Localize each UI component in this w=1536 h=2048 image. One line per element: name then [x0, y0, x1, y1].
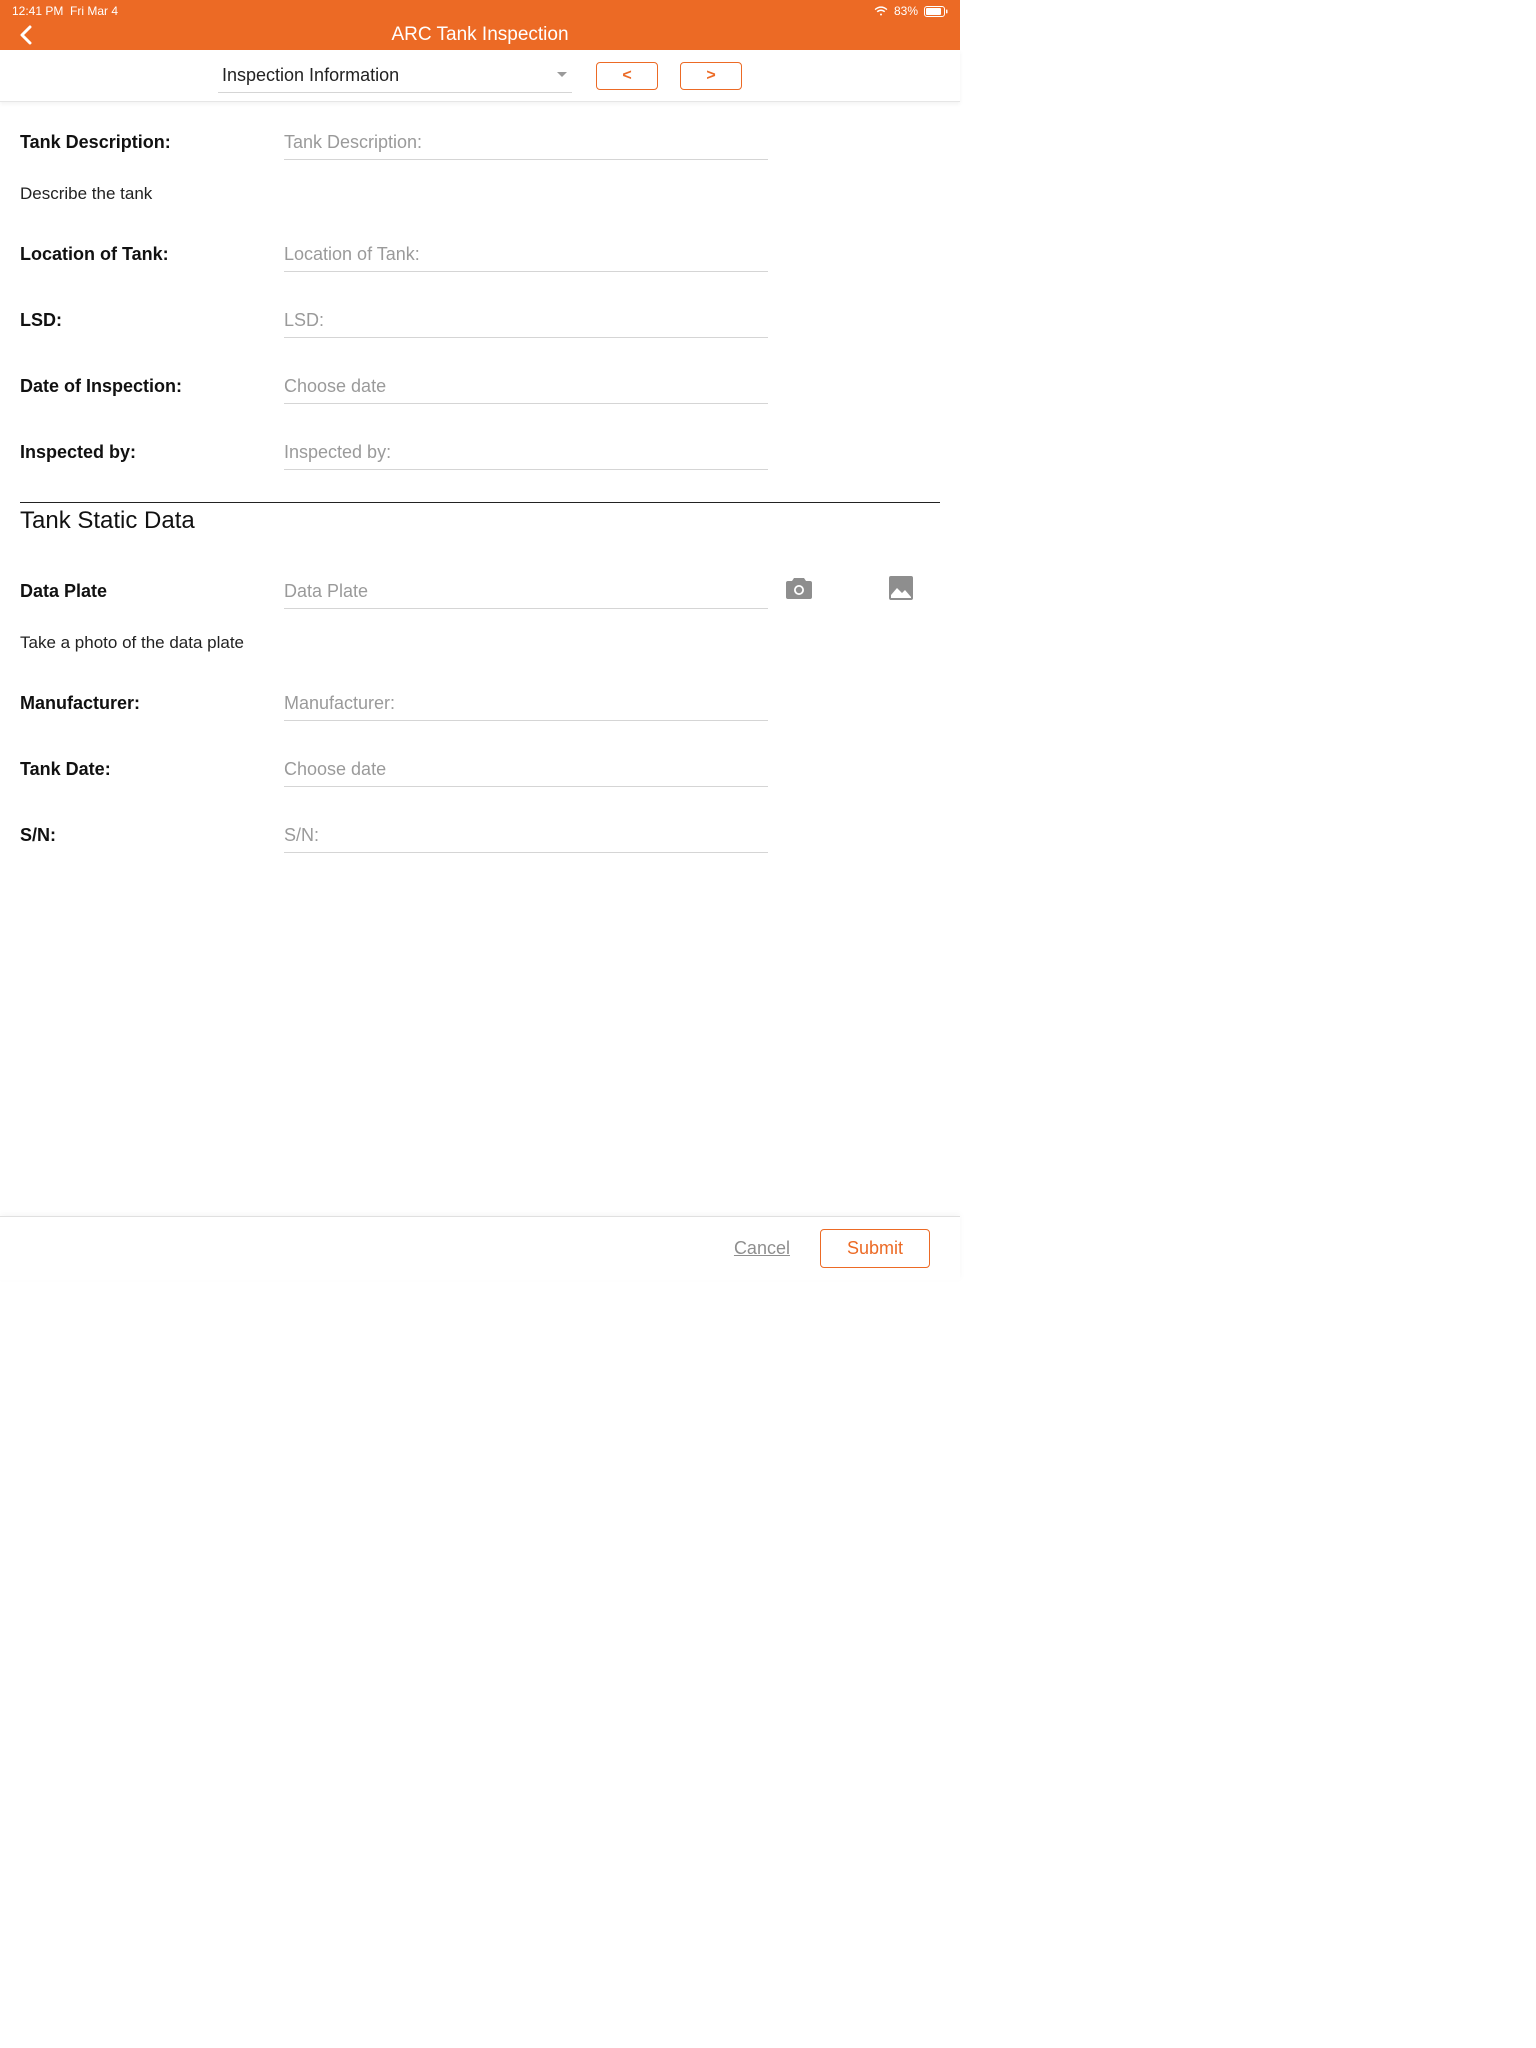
image-icon[interactable] — [888, 575, 914, 601]
tank-date-label: Tank Date: — [20, 753, 284, 780]
submit-button[interactable]: Submit — [820, 1229, 930, 1268]
inspection-date-input[interactable] — [284, 370, 768, 404]
tank-description-hint: Describe the tank — [20, 184, 940, 204]
inspected-by-input[interactable] — [284, 436, 768, 470]
tank-description-input[interactable] — [284, 126, 768, 160]
inspected-by-label: Inspected by: — [20, 436, 284, 463]
section-dropdown[interactable]: Inspection Information — [218, 59, 572, 93]
location-label: Location of Tank: — [20, 238, 284, 265]
cancel-button[interactable]: Cancel — [734, 1238, 790, 1259]
wifi-icon — [874, 6, 888, 16]
nav-bar: ARC Tank Inspection — [0, 20, 960, 50]
prev-section-button[interactable]: < — [596, 62, 658, 90]
section-divider — [20, 502, 940, 503]
footer-bar: Cancel Submit — [0, 1216, 960, 1280]
section-heading-static-data: Tank Static Data — [20, 507, 940, 535]
status-bar: 12:41 PM Fri Mar 4 83% — [0, 0, 960, 20]
location-input[interactable] — [284, 238, 768, 272]
chevron-down-icon — [556, 71, 568, 79]
tank-date-input[interactable] — [284, 753, 768, 787]
data-plate-input[interactable] — [284, 575, 768, 609]
sub-toolbar: Inspection Information < > — [0, 50, 960, 102]
status-time-date: 12:41 PM Fri Mar 4 — [12, 4, 118, 18]
lsd-label: LSD: — [20, 304, 284, 331]
sn-input[interactable] — [284, 819, 768, 853]
camera-icon[interactable] — [784, 575, 814, 601]
back-button[interactable] — [20, 25, 32, 45]
manufacturer-label: Manufacturer: — [20, 687, 284, 714]
sn-label: S/N: — [20, 819, 284, 846]
data-plate-label: Data Plate — [20, 575, 284, 602]
lsd-input[interactable] — [284, 304, 768, 338]
battery-icon — [924, 6, 948, 17]
tank-description-label: Tank Description: — [20, 126, 284, 153]
data-plate-hint: Take a photo of the data plate — [20, 633, 940, 653]
form-body[interactable]: Tank Description: Describe the tank Loca… — [0, 102, 960, 1216]
inspection-date-label: Date of Inspection: — [20, 370, 284, 397]
battery-percent: 83% — [894, 4, 918, 18]
manufacturer-input[interactable] — [284, 687, 768, 721]
next-section-button[interactable]: > — [680, 62, 742, 90]
page-title: ARC Tank Inspection — [391, 24, 568, 46]
section-dropdown-label: Inspection Information — [222, 65, 399, 86]
